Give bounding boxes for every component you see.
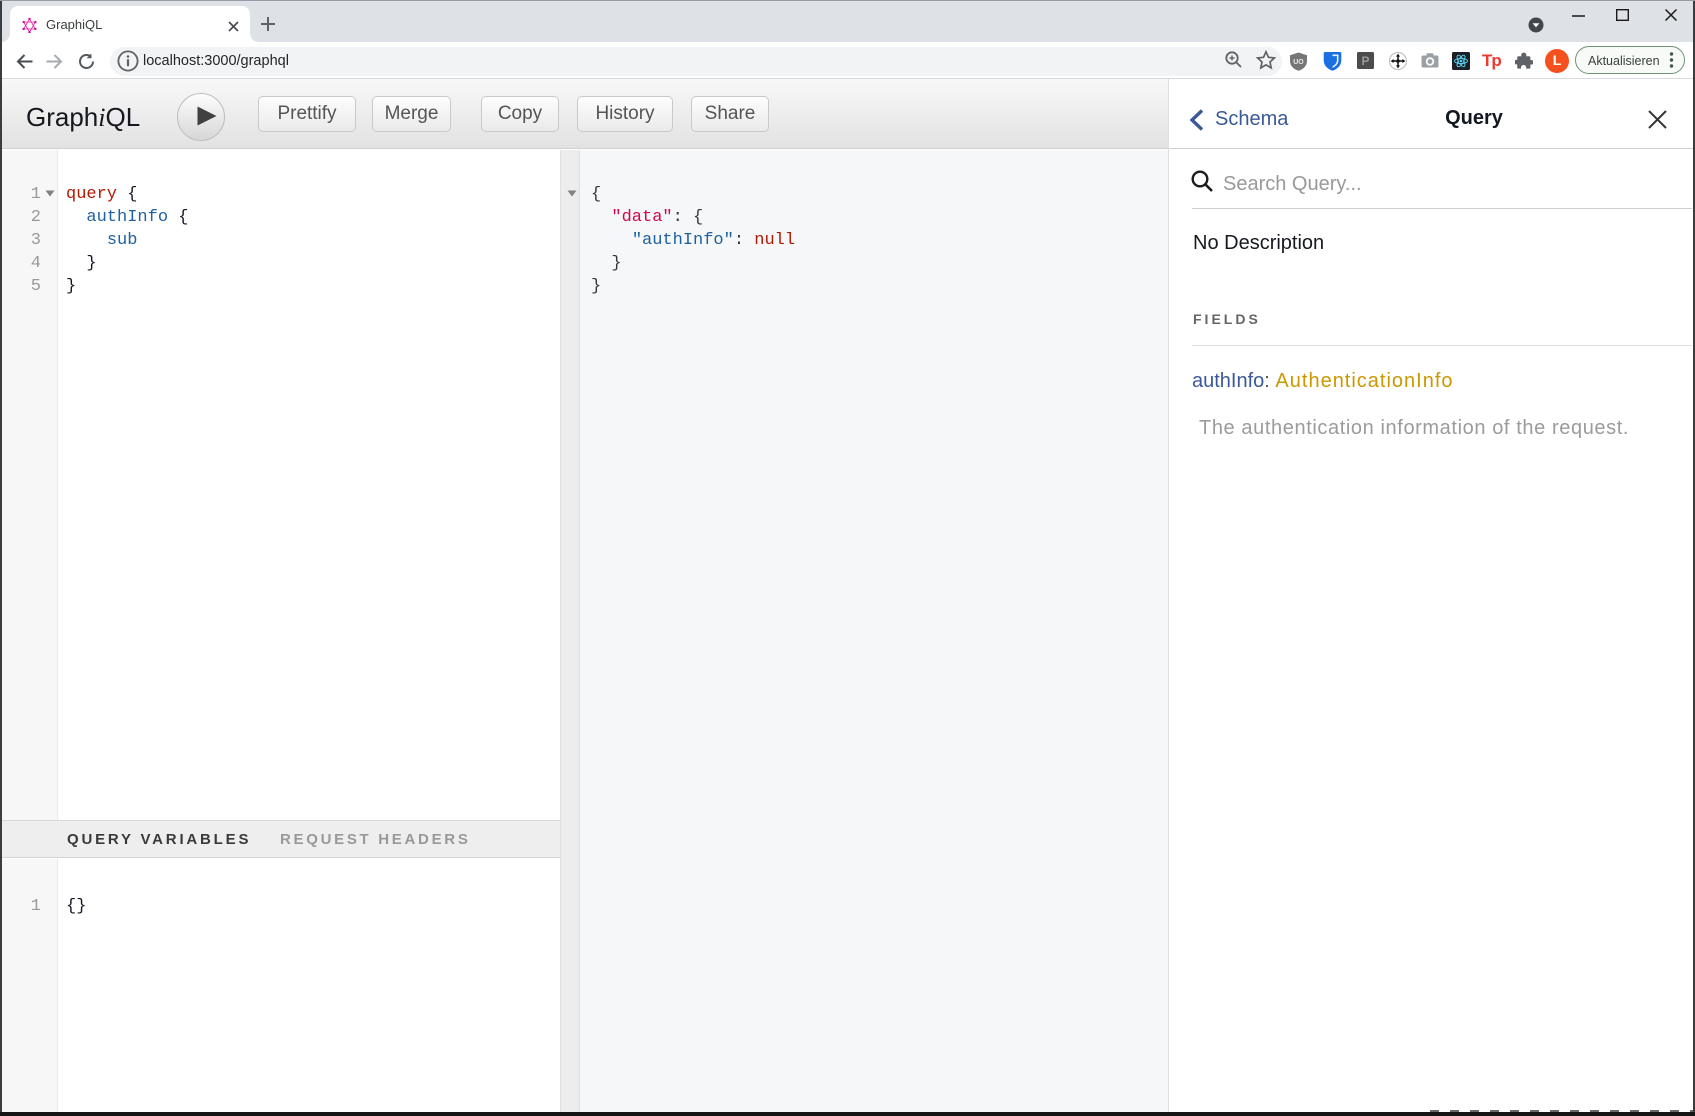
svg-text:P: P <box>1361 54 1369 68</box>
svg-text:UO: UO <box>1293 59 1304 66</box>
